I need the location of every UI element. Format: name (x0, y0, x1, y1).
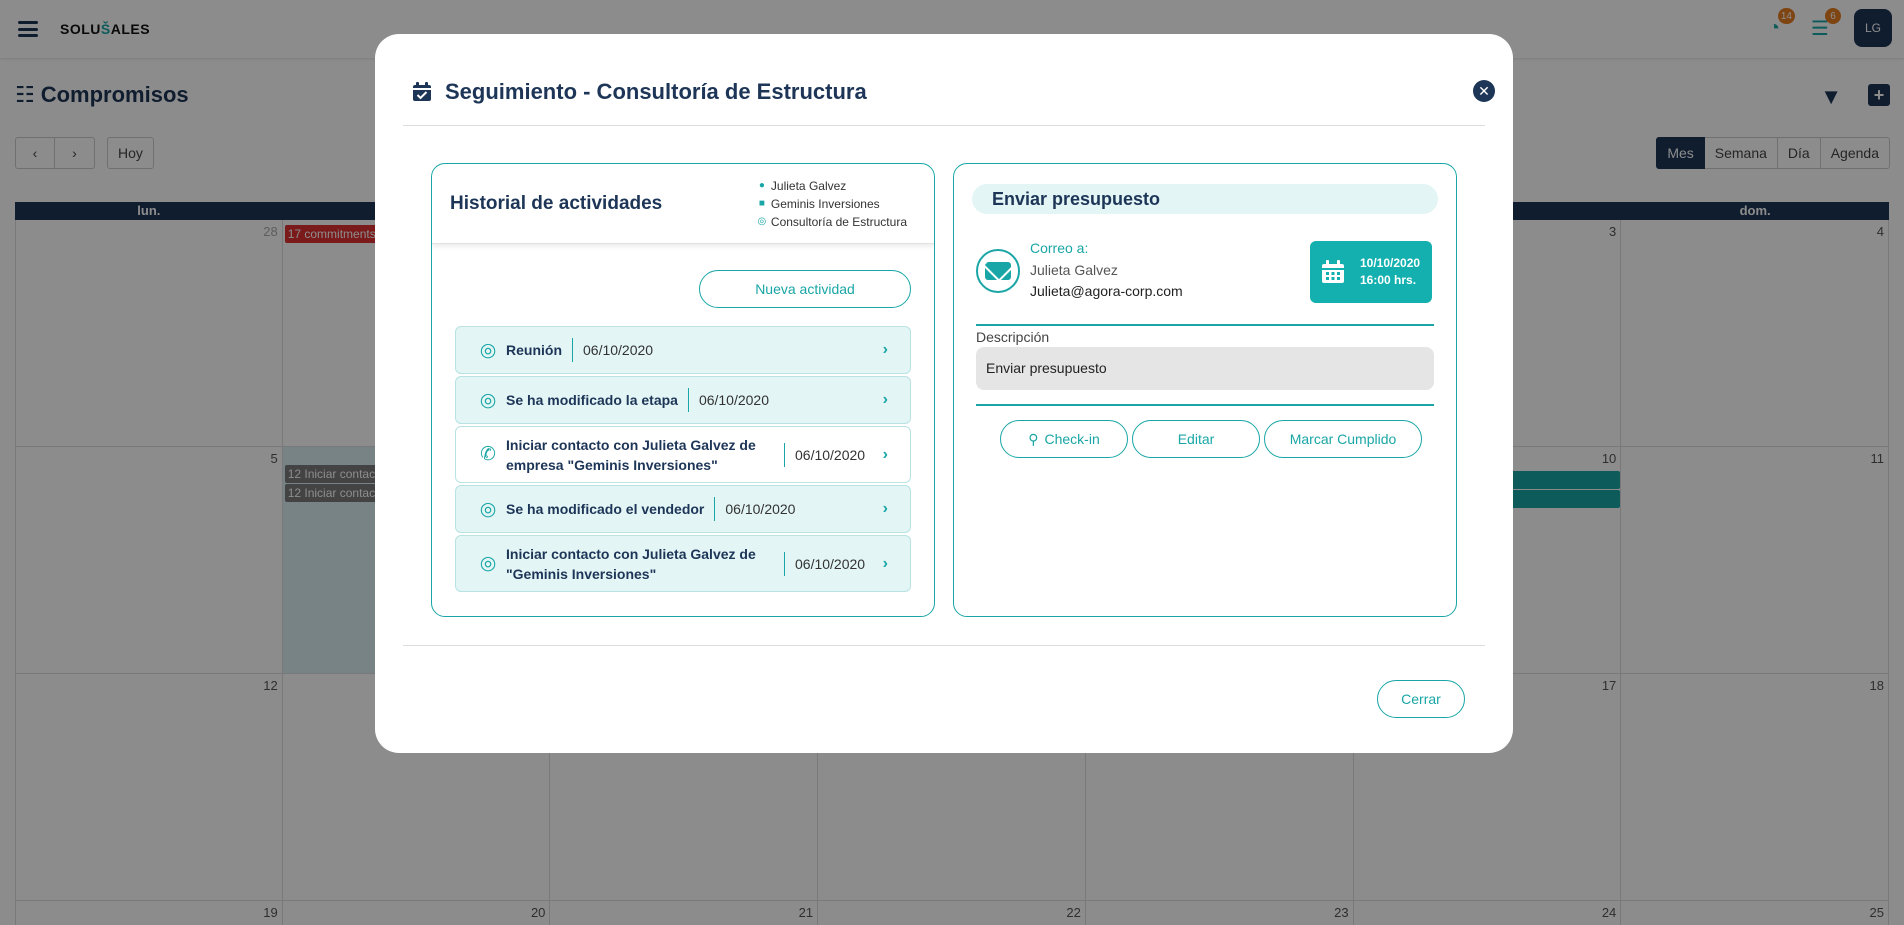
meta-contact: Julieta Galvez (770, 179, 847, 193)
location-pin-icon: ⚲ (1028, 430, 1039, 447)
activity-item[interactable]: ✆ Iniciar contacto con Julieta Galvez de… (455, 426, 911, 483)
user-icon: ● (758, 180, 765, 191)
header-divider (403, 125, 1485, 126)
footer-divider (403, 645, 1485, 646)
target-icon: ◎ (479, 339, 497, 361)
close-icon[interactable]: ✕ (1473, 80, 1495, 102)
activity-item[interactable]: ◎ Iniciar contacto con Julieta Galvez de… (455, 535, 911, 592)
chevron-right-icon: › (882, 391, 888, 408)
chevron-right-icon: › (882, 445, 888, 463)
due-time: 16:00 hrs. (1360, 273, 1417, 287)
modal-header: Seguimiento - Consultoría de Estructura (411, 79, 867, 105)
target-icon: ◎ (757, 216, 767, 227)
due-date-badge: 10/10/2020 16:00 hrs. (1310, 241, 1432, 303)
briefcase-icon: ■ (758, 198, 765, 209)
edit-button[interactable]: Editar (1132, 420, 1260, 458)
calendar-icon (1322, 260, 1344, 283)
chevron-right-icon: › (882, 500, 888, 517)
activity-item[interactable]: ◎ Reunión 06/10/2020 › (455, 326, 911, 374)
due-date: 10/10/2020 (1360, 256, 1421, 270)
detail-title: Enviar presupuesto (972, 184, 1438, 214)
close-button[interactable]: Cerrar (1377, 680, 1465, 718)
history-meta: ● Julieta Galvez ■ Geminis Inversiones ◎ Co… (757, 177, 907, 231)
activity-list: ◎ Reunión 06/10/2020 › ◎ Se ha modificad… (455, 326, 911, 594)
activity-detail-panel: Enviar presupuesto Correo a: Julieta Gal… (953, 163, 1457, 617)
activity-item[interactable]: ◎ Se ha modificado el vendedor 06/10/202… (455, 485, 911, 533)
activity-history-panel: Historial de actividades ● Julieta Galvez… (431, 163, 935, 617)
phone-icon: ✆ (480, 444, 496, 465)
chevron-right-icon: › (882, 341, 888, 358)
mark-done-button[interactable]: Marcar Cumplido (1264, 420, 1422, 458)
target-icon: ◎ (479, 389, 497, 411)
meta-company: Geminis Inversiones (770, 197, 880, 211)
divider (976, 404, 1434, 406)
description-field[interactable]: Enviar presupuesto (976, 347, 1434, 390)
description-label: Descripción (976, 329, 1050, 345)
follow-up-modal: Seguimiento - Consultoría de Estructura … (375, 34, 1513, 753)
recipient-name: Julieta Galvez (1030, 262, 1118, 278)
calendar-check-icon (413, 82, 431, 101)
history-title: Historial de actividades (450, 193, 663, 214)
chevron-right-icon: › (882, 554, 888, 572)
envelope-icon (976, 249, 1020, 293)
check-in-button[interactable]: ⚲ Check-in (1000, 420, 1128, 458)
meta-deal: Consultoría de Estructura (770, 215, 907, 229)
target-icon: ◎ (479, 498, 497, 520)
recipient-label: Correo a: (1030, 240, 1089, 256)
history-header: Historial de actividades ● Julieta Galvez… (432, 164, 934, 244)
modal-title: Seguimiento - Consultoría de Estructura (445, 79, 867, 104)
recipient-email: Julieta@agora-corp.com (1030, 283, 1183, 299)
new-activity-button[interactable]: Nueva actividad (699, 270, 911, 308)
divider (976, 324, 1434, 326)
target-icon: ◎ (479, 553, 497, 574)
activity-item[interactable]: ◎ Se ha modificado la etapa 06/10/2020 › (455, 376, 911, 424)
